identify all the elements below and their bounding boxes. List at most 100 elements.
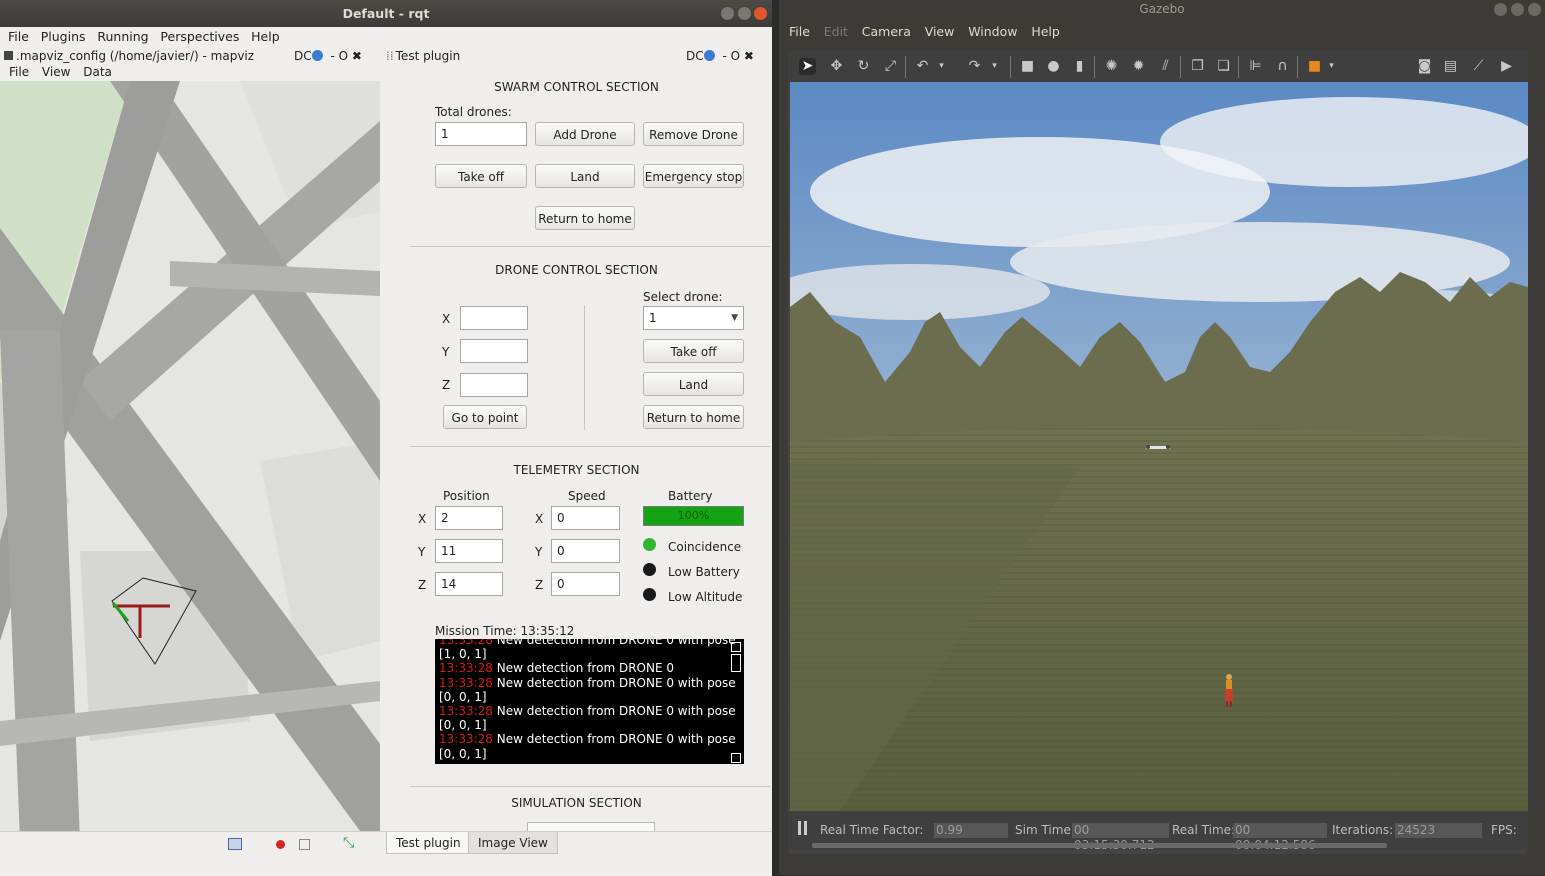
add-drone-button[interactable]: Add Drone [535,122,635,146]
mapviz-menu-data[interactable]: Data [83,64,112,81]
gazebo-menu-camera[interactable]: Camera [862,20,911,44]
redo-icon[interactable]: ↷ [966,58,983,75]
minimize-icon[interactable] [721,7,734,20]
cylinder-shape-icon[interactable]: ▮ [1071,58,1088,75]
swarm-land-button[interactable]: Land [535,164,635,188]
view-angle-icon[interactable]: ■ [1306,58,1323,75]
gazebo-menu-help[interactable]: Help [1031,20,1060,44]
scale-icon[interactable]: ⤢ [882,58,899,75]
menu-plugins[interactable]: Plugins [41,27,86,46]
dock-controls-label[interactable]: DC [686,49,704,63]
help-icon[interactable] [311,50,323,61]
dock-controls-extra[interactable]: - O ✖ [722,49,753,63]
rotate-icon[interactable]: ↻ [855,58,872,75]
directional-light-icon[interactable]: ⫽ [1157,58,1174,75]
gazebo-title-bar[interactable]: Gazebo [779,0,1545,20]
tab-image-view[interactable]: Image View [468,832,558,854]
pause-icon[interactable] [798,821,801,835]
target-x-field[interactable] [460,306,528,330]
screenshot-icon[interactable]: ◙ [1416,58,1433,75]
translate-icon[interactable]: ✥ [828,58,845,75]
minimize-icon[interactable] [1494,3,1507,16]
mapviz-menu-view[interactable]: View [42,64,70,81]
horizontal-scrollbar[interactable] [812,843,1387,848]
mission-log-console[interactable]: 13:33:28 New detection from DRONE 0 with… [435,639,744,764]
log-message: New detection from DRONE 0 with pose [496,639,736,647]
box-shape-icon[interactable]: ■ [1019,58,1036,75]
speed-y-field[interactable]: 0 [551,539,620,563]
total-drones-field[interactable]: 1 [435,122,527,146]
menu-help[interactable]: Help [251,27,280,46]
copy-icon[interactable]: ❐ [1189,58,1206,75]
close-icon[interactable] [754,7,767,20]
target-z-field[interactable] [460,373,528,397]
log-icon[interactable]: ▤ [1442,58,1459,75]
scroll-thumb[interactable] [731,654,741,672]
position-z-field[interactable]: 14 [435,572,503,596]
undo-icon[interactable]: ↶ [914,58,931,75]
maximize-icon[interactable] [738,7,751,20]
log-scrollbar[interactable] [731,640,741,764]
select-arrow-icon[interactable]: ➤ [799,58,816,75]
drone-land-button[interactable]: Land [643,372,744,396]
tab-test-plugin[interactable]: Test plugin [386,832,471,854]
position-x-field[interactable]: 2 [435,506,503,530]
target-y-field[interactable] [460,339,528,363]
remove-drone-button[interactable]: Remove Drone [643,122,744,146]
point-light-icon[interactable]: ✺ [1103,58,1120,75]
select-drone-dropdown[interactable]: 1 ▼ [643,306,744,330]
mapviz-menu-file[interactable]: File [9,64,29,81]
speed-z-field[interactable]: 0 [551,572,620,596]
dock-controls-extra[interactable]: - O ✖ [330,49,361,63]
menu-file[interactable]: File [8,27,29,46]
help-icon[interactable] [703,50,715,61]
snap-icon[interactable]: ∩ [1274,58,1291,75]
record-icon[interactable] [276,840,285,849]
dock-controls-label[interactable]: DC [294,49,312,63]
close-icon[interactable] [1528,3,1541,16]
log-line: [1, 0, 1] [439,647,730,661]
swarm-take-off-button[interactable]: Take off [435,164,527,188]
gazebo-menu-window[interactable]: Window [968,20,1017,44]
position-y-field[interactable]: 11 [435,539,503,563]
log-timestamp: 13:33:28 [439,639,493,647]
telemetry-section-title: TELEMETRY SECTION [513,463,640,477]
drone-return-home-button[interactable]: Return to home [643,405,744,429]
video-record-icon[interactable]: ▶ [1498,58,1515,75]
paste-icon[interactable]: ❏ [1215,58,1232,75]
rqt-title-bar[interactable]: Default - rqt [0,0,772,27]
gazebo-3d-scene[interactable] [790,82,1528,811]
sphere-shape-icon[interactable]: ● [1045,58,1062,75]
screenshot-icon[interactable] [228,838,242,850]
menu-perspectives[interactable]: Perspectives [160,27,239,46]
stop-icon[interactable] [299,839,310,850]
speed-x-field[interactable]: 0 [551,506,620,530]
spot-light-icon[interactable]: ✹ [1130,58,1147,75]
view-angle-dropdown-icon[interactable]: ▾ [1323,58,1340,75]
simulation-section-title: SIMULATION SECTION [511,796,642,810]
simulation-dropdown[interactable] [527,822,655,831]
fit-view-icon[interactable]: ⤡ [343,836,354,850]
menu-running[interactable]: Running [97,27,148,46]
log-line: 13:33:28 New detection from DRONE 0 with… [439,639,736,647]
mapviz-dock-controls[interactable]: DC - O ✖ [294,49,362,63]
scroll-down-icon[interactable] [731,753,741,763]
undo-dropdown-icon[interactable]: ▾ [933,58,950,75]
maximize-icon[interactable] [1511,3,1524,16]
mapviz-map-canvas[interactable] [0,81,380,831]
gazebo-menu-view[interactable]: View [925,20,955,44]
plugin-dock-controls[interactable]: DC - O ✖ [686,49,754,63]
drone-take-off-button[interactable]: Take off [643,339,744,363]
chevron-down-icon[interactable]: ▼ [731,307,738,329]
emergency-stop-button[interactable]: Emergency stop [643,164,744,188]
gazebo-menu-file[interactable]: File [789,20,810,44]
rqt-window-title: Default - rqt [342,6,430,21]
scroll-up-icon[interactable] [731,642,741,652]
gazebo-menu-edit[interactable]: Edit [824,20,848,44]
redo-dropdown-icon[interactable]: ▾ [986,58,1003,75]
rqt-menu-bar: File Plugins Running Perspectives Help [0,27,772,46]
align-icon[interactable]: ⊫ [1247,58,1264,75]
go-to-point-button[interactable]: Go to point [443,405,527,429]
plot-icon[interactable]: ⟋ [1470,58,1487,75]
swarm-return-home-button[interactable]: Return to home [535,206,635,230]
